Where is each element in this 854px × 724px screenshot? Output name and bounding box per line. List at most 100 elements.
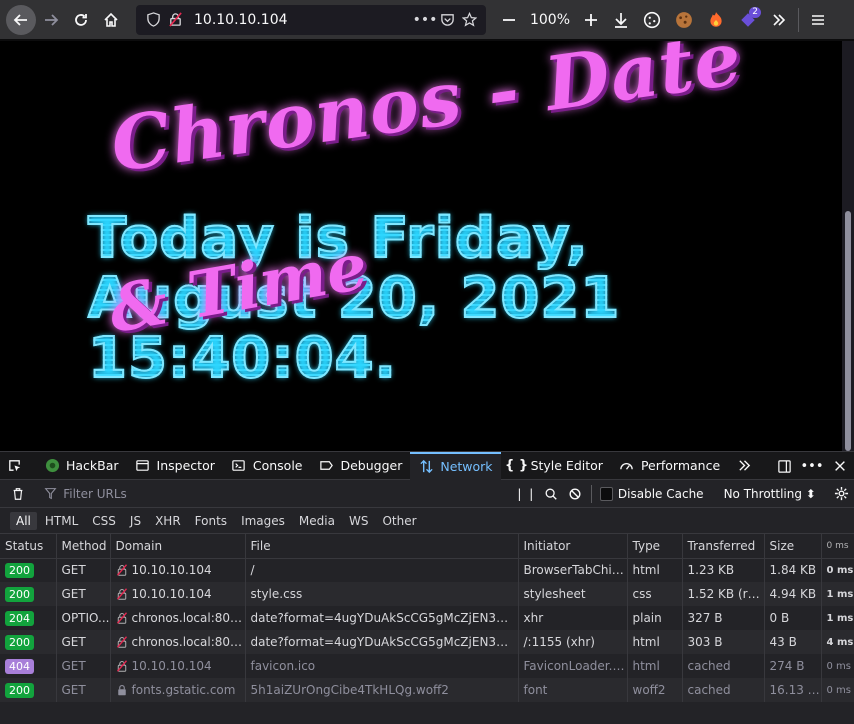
tab-performance-label: Performance [640, 458, 721, 473]
cell-domain: 10.10.10.104 [110, 582, 246, 606]
domain-text: 10.10.10.104 [131, 659, 212, 673]
tab-network-label: Network [440, 459, 493, 474]
tab-console-label: Console [252, 458, 303, 473]
block-requests-button[interactable] [563, 487, 587, 501]
table-row[interactable]: 200 GET chronos.local:8000 date?format=4ugY… [0, 630, 854, 654]
table-row[interactable]: 200 GET fonts.gstatic.com 5h1aiZUrOngCibe4T… [0, 678, 854, 702]
throttling-select[interactable]: No Throttling ⬍ [724, 487, 816, 501]
tab-performance[interactable]: Performance [611, 452, 728, 480]
shield-icon[interactable] [142, 12, 164, 27]
minus-icon [503, 18, 515, 21]
column-header-status[interactable]: Status [0, 534, 57, 559]
clear-log-button[interactable] [6, 487, 30, 501]
domain-text: fonts.gstatic.com [131, 683, 236, 697]
tab-style-editor-label: Style Editor [530, 458, 603, 473]
column-header-method[interactable]: Method [56, 534, 111, 559]
cell-initiator[interactable]: BrowserTabChild.j... [518, 558, 628, 582]
app-menu-button[interactable] [803, 5, 833, 35]
tab-style-editor[interactable]: { } Style Editor [501, 452, 611, 480]
type-filter-fonts[interactable]: Fonts [189, 512, 233, 530]
scrollbar-thumb[interactable] [845, 211, 851, 451]
tab-inspector[interactable]: Inspector [127, 452, 223, 480]
wappalyzer-extension-button[interactable] [700, 5, 732, 35]
filter-divider [590, 484, 592, 503]
double-chevron-right-icon [736, 458, 752, 474]
table-row[interactable]: 200 GET 10.10.10.104 style.css stylesheet css… [0, 582, 854, 606]
network-settings-button[interactable] [830, 486, 854, 501]
pause-button[interactable]: | | [514, 487, 538, 501]
cookie-extension-button[interactable] [636, 5, 668, 35]
bookmark-star-icon[interactable] [458, 12, 480, 27]
cell-transferred: cached [682, 654, 765, 678]
type-filter-other[interactable]: Other [376, 512, 422, 530]
type-filter-media[interactable]: Media [293, 512, 341, 530]
cell-initiator: font [518, 678, 628, 702]
table-row[interactable]: 200 GET 10.10.10.104 /BrowserTabChild.j...h… [0, 558, 854, 582]
url-text[interactable]: 10.10.10.104 [194, 12, 414, 28]
column-header-size[interactable]: Size [764, 534, 822, 559]
type-filter-images[interactable]: Images [235, 512, 291, 530]
insecure-lock-icon[interactable] [164, 12, 186, 27]
dock-button[interactable] [770, 459, 798, 474]
downloads-button[interactable] [606, 5, 636, 35]
trash-icon [13, 487, 23, 500]
forward-button[interactable] [36, 5, 66, 35]
type-filter-js[interactable]: JS [124, 512, 147, 530]
search-button[interactable] [538, 487, 562, 501]
more-actions-icon[interactable]: ••• [413, 12, 438, 28]
cell-method: GET [56, 678, 111, 702]
page-scrollbar[interactable] [842, 41, 854, 451]
table-row[interactable]: 404 GET 10.10.10.104 favicon.ico FaviconLoad… [0, 654, 854, 678]
column-header-waterfall[interactable]: 0 ms [821, 534, 854, 559]
cell-type: html [627, 654, 683, 678]
devtools-tab-bar: HackBar Inspector Console Debugger Netwo… [0, 451, 854, 480]
tab-network[interactable]: Network [410, 451, 501, 480]
foxyproxy-extension-button[interactable]: 2 [732, 5, 764, 35]
hamburger-icon [812, 14, 824, 25]
url-bar[interactable]: 10.10.10.104 ••• [136, 4, 486, 35]
devtools-options-button[interactable]: ••• [798, 459, 826, 474]
cell-domain: chronos.local:8000 [110, 606, 246, 630]
cookie-editor-icon [676, 11, 692, 28]
type-filter-all[interactable]: All [10, 511, 37, 530]
tab-console[interactable]: Console [223, 452, 311, 480]
filter-placeholder: Filter URLs [63, 486, 127, 501]
disable-cache-label[interactable]: Disable Cache [618, 487, 704, 501]
home-button[interactable] [96, 5, 126, 35]
type-filter-css[interactable]: CSS [86, 512, 122, 530]
overflow-menu-button[interactable] [764, 5, 794, 35]
cell-initiator: xhr [518, 606, 628, 630]
close-devtools-button[interactable] [826, 459, 854, 473]
zoom-in-button[interactable] [576, 5, 606, 35]
tab-hackbar[interactable]: HackBar [36, 452, 127, 480]
table-row[interactable]: 204 OPTIO... chronos.local:8000 date?format… [0, 606, 854, 630]
pocket-icon[interactable] [436, 12, 458, 27]
cell-size: 1.84 KB [764, 558, 822, 582]
cell-method: GET [56, 582, 111, 606]
cell-timing: 0 ms [821, 678, 854, 702]
column-header-transferred[interactable]: Transferred [682, 534, 765, 559]
type-filter-xhr[interactable]: XHR [149, 512, 187, 530]
cell-status: 200 [0, 582, 57, 606]
more-tools-button[interactable] [728, 452, 766, 480]
tab-debugger[interactable]: Debugger [310, 452, 410, 480]
column-header-type[interactable]: Type [627, 534, 683, 559]
cell-initiator[interactable]: FaviconLoader.js... [518, 654, 628, 678]
type-filter-ws[interactable]: WS [343, 512, 374, 530]
column-header-file[interactable]: File [245, 534, 519, 559]
back-button[interactable] [6, 4, 36, 35]
type-filter-html[interactable]: HTML [39, 512, 84, 530]
column-header-domain[interactable]: Domain [110, 534, 246, 559]
element-picker-button[interactable] [0, 452, 36, 480]
reload-button[interactable] [66, 5, 96, 35]
filter-urls-input[interactable]: Filter URLs [30, 487, 514, 501]
cell-type: woff2 [627, 678, 683, 702]
zoom-out-button[interactable] [494, 5, 524, 35]
column-header-initiator[interactable]: Initiator [518, 534, 628, 559]
browser-toolbar: 10.10.10.104 ••• 100% 2 [0, 0, 854, 40]
cookie-icon [643, 11, 661, 28]
disable-cache-checkbox[interactable] [599, 486, 613, 501]
cell-initiator[interactable]: /:1155 (xhr) [518, 630, 628, 654]
cookie-editor-extension-button[interactable] [668, 5, 700, 35]
zoom-level[interactable]: 100% [524, 12, 576, 28]
